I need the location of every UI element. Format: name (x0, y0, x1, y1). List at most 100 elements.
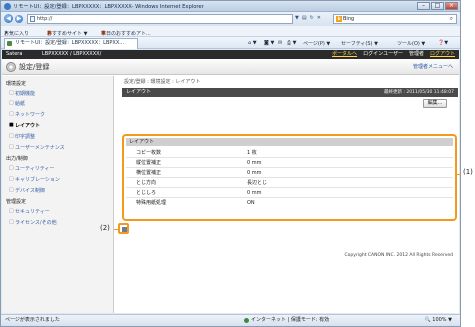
sidebar-item-utility[interactable]: □ ユーティリティー (2, 165, 114, 172)
sidebar-item-paper-feed[interactable]: □ 給紙 (2, 100, 114, 107)
address-tools: ▼ ▤ ↻ ✕ (295, 15, 321, 21)
sidebar-item-device-control[interactable]: □ デバイス制御 (2, 187, 114, 194)
setting-value: ON (247, 200, 255, 206)
sidebar-heading: 環境設定 (6, 81, 27, 87)
window-title: リモートUI：設定/登録：LBPXXXXX：LBPXXXXX- Windows … (13, 4, 204, 10)
title-bar: リモートUI：設定/登録：LBPXXXXX：LBPXXXXX- Windows … (1, 1, 460, 12)
forward-arrow-icon[interactable]: ▶ (15, 15, 23, 23)
print-icon[interactable]: ⎙ ▼ (287, 40, 296, 46)
internet-zone-icon (244, 318, 249, 323)
setting-row: 縦位置補正 0 mm (126, 158, 453, 168)
home-icon[interactable]: ⌂ ▼ (248, 40, 257, 46)
maximize-icon[interactable]: □ (431, 2, 444, 10)
sidebar-item-calibration[interactable]: □ キャリブレーション (2, 176, 114, 183)
portal-link[interactable]: ポータルへ (332, 50, 357, 59)
setting-key: 縦位置補正 (136, 160, 162, 166)
page-icon (30, 16, 35, 22)
setting-value: 0 mm (247, 170, 262, 176)
callout-line-2 (114, 229, 119, 230)
bullet-icon: □ (9, 90, 14, 96)
sidebar-item-layout[interactable]: ■ レイアウト (2, 122, 114, 129)
status-text: ページが表示されました (5, 317, 60, 323)
bullet-icon: □ (9, 176, 14, 182)
address-bar-row: ◀ ▶ http:// ▼ ▤ ↻ ✕ b Bing ⌕ (1, 12, 460, 26)
panel-title: レイアウト (126, 89, 152, 95)
window-controls: – □ × (417, 2, 458, 10)
sidebar-heading: 管理設定 (6, 199, 27, 205)
zoom-control[interactable]: 🔍 100% ▼ (424, 315, 452, 326)
bullet-icon: □ (9, 144, 14, 150)
tab-favicon-icon (7, 41, 12, 46)
admin-label: 管理者 (408, 51, 424, 57)
setting-key: コピー枚数 (136, 150, 162, 156)
sidebar: 環境設定 □ 初期機能 □ 給紙 □ ネットワーク ■ レイアウト □ 印字調整 □ ユーザ… (2, 76, 114, 313)
sidebar-item-print-adjust[interactable]: □ 印字調整 (2, 133, 114, 140)
safety-menu[interactable]: セーフティ(S) ▼ (341, 40, 378, 47)
last-updated: 最終更新 : 2011/05/30 11:48:07 (384, 90, 454, 95)
setting-row: 横位置補正 0 mm (126, 168, 453, 178)
feeds-icon[interactable]: ◙ ▼ (264, 40, 274, 46)
bullet-icon: □ (9, 208, 14, 214)
search-provider: Bing (343, 16, 355, 22)
setting-value: 長辺とじ (247, 180, 268, 186)
stop-icon[interactable]: ✕ (317, 15, 321, 21)
back-arrow-icon[interactable]: ◀ (4, 14, 13, 23)
admin-menu-link[interactable]: 管理者メニューへ (413, 63, 453, 70)
sidebar-heading: 出力/制御 (6, 156, 28, 162)
header-links: ポータルへ ログインユーザー 管理者 ログアウト (332, 50, 455, 59)
tools-menu[interactable]: ツール(O) ▼ (397, 40, 425, 47)
login-user-label: ログインユーザー (363, 51, 403, 57)
edit-button[interactable]: 編集... (423, 99, 447, 108)
settings-section-header: レイアウト (126, 138, 453, 146)
bullet-icon: □ (9, 133, 14, 139)
minimize-icon[interactable]: – (417, 2, 430, 10)
setting-row: とじしろ 0 mm (126, 188, 453, 198)
device-name: LBPXXXXX / LBPXXXXX/ (42, 51, 102, 57)
logout-link[interactable]: ログアウト (430, 50, 455, 59)
settings-gear-icon (6, 62, 16, 72)
bullet-icon: □ (9, 111, 14, 117)
favorites-bar: ★ お気に入り ■ おすすめサイト ▼ ■ 本日のおすすめアト... (1, 26, 460, 37)
page-viewport: Satera LBPXXXXX / LBPXXXXX/ ポータルへ ログインユー… (2, 50, 459, 313)
print-page-button[interactable] (118, 223, 129, 234)
sidebar-item-security[interactable]: □ セキュリティー (2, 208, 114, 215)
search-icon[interactable]: ⌕ (450, 15, 453, 23)
setting-row: とじ方向 長辺とじ (126, 178, 453, 188)
callout-label-2: (2) (100, 224, 110, 232)
mail-icon[interactable]: ✉ (278, 40, 282, 46)
dropdown-arrow-icon[interactable]: ▼ (295, 15, 299, 21)
sidebar-item-license[interactable]: □ ライセンス/その他 (2, 219, 114, 226)
panel-title-bar: レイアウト 最終更新 : 2011/05/30 11:48:07 (122, 88, 458, 97)
close-icon[interactable]: × (445, 2, 458, 10)
setting-key: とじ方向 (136, 180, 157, 186)
sidebar-item-network[interactable]: □ ネットワーク (2, 111, 114, 118)
bullet-icon: □ (9, 219, 14, 225)
page-menu[interactable]: ページ(P) ▼ (303, 40, 330, 47)
copyright: Copyright CANON INC. 2012 All Rights Res… (344, 253, 453, 258)
site-top-bar: Satera LBPXXXXX / LBPXXXXX/ ポータルへ ログインユー… (2, 50, 459, 59)
sidebar-item-initial-function[interactable]: □ 初期機能 (2, 90, 114, 97)
setting-value: 0 mm (247, 190, 262, 196)
help-icon[interactable]: ❓▼ (438, 40, 448, 46)
ie-logo-icon (4, 3, 11, 10)
setting-key: 横位置補正 (136, 170, 162, 176)
page-header: 設定/登録 管理者メニューへ (2, 59, 459, 75)
setting-row: コピー枚数 1 枚 (126, 148, 453, 158)
setting-row: 特殊用紙処理 ON (126, 198, 453, 208)
bullet-icon: ■ (9, 122, 14, 128)
compat-view-icon[interactable]: ▤ (302, 15, 307, 21)
callout-label-1: (1) (463, 168, 473, 176)
address-input[interactable]: http:// (27, 14, 293, 24)
sidebar-item-user-maintenance[interactable]: □ ユーザーメンテナンス (2, 144, 114, 151)
browser-tab[interactable]: リモートUI：設定/登録：LBPXXXXX：LBPXX... (4, 38, 138, 49)
zone-text: インターネット | 保護モード: 有効 (251, 317, 330, 323)
refresh-icon[interactable]: ↻ (310, 15, 314, 21)
bullet-icon: □ (9, 165, 14, 171)
setting-value: 1 枚 (247, 150, 257, 156)
brand-name: Satera (6, 51, 23, 57)
search-input[interactable]: b Bing ⌕ (333, 14, 457, 24)
setting-value: 0 mm (247, 160, 262, 166)
setting-key: 特殊用紙処理 (136, 200, 167, 206)
callout-line-1 (457, 174, 461, 175)
bullet-icon: □ (9, 187, 14, 193)
